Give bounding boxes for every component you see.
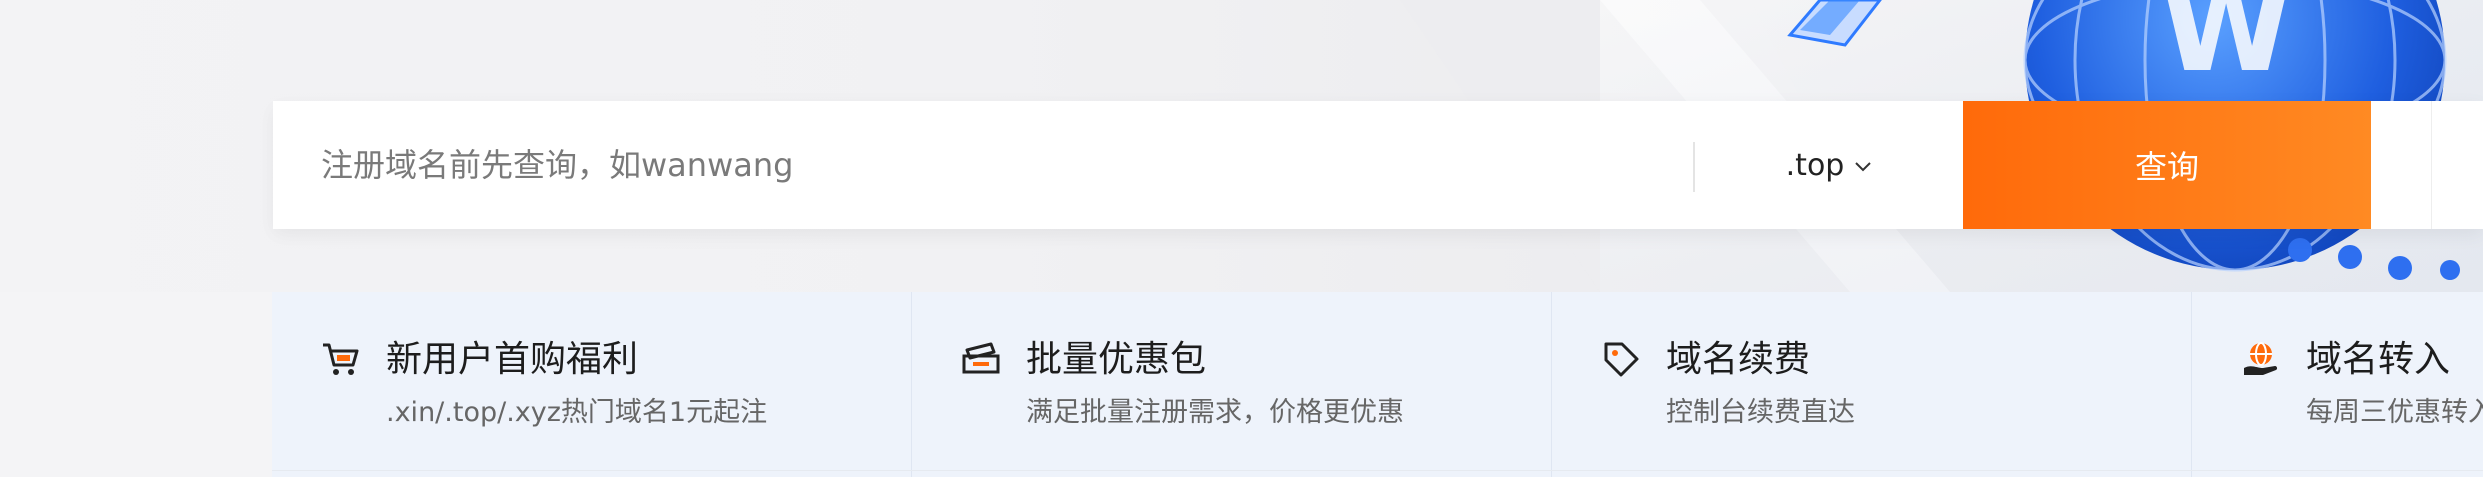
feature-description: .xin/.top/.xyz热门域名1元起注 xyxy=(386,397,768,428)
feature-title: 域名转入 xyxy=(2306,339,2451,380)
svg-text:W: W xyxy=(2160,0,2292,99)
feature-cards: 新用户首购福利 .xin/.top/.xyz热门域名1元起注 批量优惠包 满足批… xyxy=(272,292,2483,477)
feature-description: 满足批量注册需求，价格更优惠 xyxy=(1026,397,1404,428)
feature-card-transfer[interactable]: 域名转入 每周三优惠转入 xyxy=(2192,292,2483,477)
feature-card-new-user[interactable]: 新用户首购福利 .xin/.top/.xyz热门域名1元起注 xyxy=(272,292,912,477)
feature-title: 域名续费 xyxy=(1666,339,1811,380)
feature-card-renewal[interactable]: 域名续费 控制台续费直达 xyxy=(1552,292,2192,477)
feature-card-bulk-package[interactable]: 批量优惠包 满足批量注册需求，价格更优惠 xyxy=(912,292,1552,477)
globe-hand-icon xyxy=(2240,338,2282,380)
tld-select[interactable]: .top xyxy=(1695,101,1963,229)
chevron-down-icon xyxy=(1855,162,1872,172)
domain-search-input[interactable] xyxy=(273,101,1693,229)
feature-description: 控制台续费直达 xyxy=(1666,397,1855,428)
search-button[interactable]: 查询 xyxy=(1963,101,2371,229)
cart-icon xyxy=(320,338,362,380)
ticket-icon xyxy=(960,338,1002,380)
feature-description: 每周三优惠转入 xyxy=(2306,397,2483,428)
feature-title: 批量优惠包 xyxy=(1026,339,1207,380)
domain-search-bar: .top 查询 xyxy=(273,101,2483,229)
section-divider xyxy=(272,470,2483,471)
feature-title: 新用户首购福利 xyxy=(386,339,639,380)
search-panel-extension xyxy=(2431,101,2483,229)
tag-icon xyxy=(1600,338,1642,380)
tld-select-value: .top xyxy=(1785,147,1845,183)
